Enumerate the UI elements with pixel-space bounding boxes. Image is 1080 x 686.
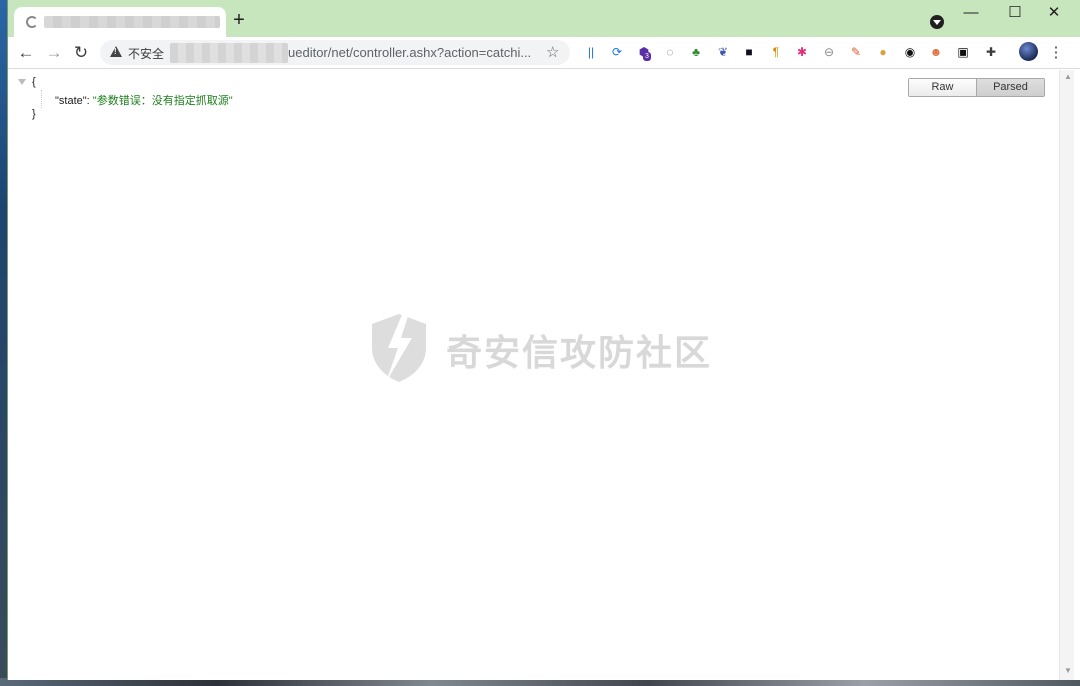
tab-strip: + — ☐ ✕ (8, 0, 1080, 38)
bug-icon[interactable]: ☻ (928, 44, 944, 60)
address-bar[interactable]: 不安全 ueditor/net/controller.ashx?action=c… (100, 40, 570, 65)
collapse-arrow-icon[interactable] (18, 79, 26, 85)
robot-icon[interactable]: ▣ (955, 44, 971, 60)
indent-guide (41, 90, 42, 108)
browser-menu-icon[interactable]: ⋮ (1048, 42, 1064, 64)
view-toggle: Raw Parsed (908, 78, 1045, 97)
parsed-button[interactable]: Parsed (977, 79, 1044, 96)
brush-icon[interactable]: ✎ (848, 44, 864, 60)
vertical-scrollbar[interactable]: ▲ ▼ (1059, 70, 1074, 680)
reload-icon[interactable]: ↻ (70, 42, 92, 64)
profile-avatar[interactable] (1019, 42, 1038, 61)
dark-square-icon[interactable]: ■ (741, 44, 757, 60)
back-arrow-icon[interactable]: ← (15, 42, 37, 64)
json-close-brace: } (32, 108, 36, 120)
active-tab[interactable] (14, 7, 226, 38)
new-tab-button[interactable]: + (230, 10, 248, 30)
extensions-puzzle-icon[interactable]: ✚ (983, 44, 999, 60)
watermark-text: 奇安信攻防社区 (446, 333, 713, 374)
url-redacted (170, 43, 288, 63)
loading-icon (26, 16, 38, 28)
translate-icon[interactable]: ◌ (662, 44, 678, 60)
bookmark-star-icon[interactable]: ☆ (546, 43, 559, 61)
browser-toolbar: ← → ↻ 不安全 ueditor/net/controller.ashx?ac… (8, 37, 1080, 69)
json-open-brace: { (32, 76, 36, 88)
minimize-button[interactable]: — (951, 4, 991, 24)
star-burst-icon[interactable]: ✱ (794, 44, 810, 60)
url-text[interactable]: ueditor/net/controller.ashx?action=catch… (288, 45, 531, 60)
page-content: { "state": "参数错误：没有指定抓取源" } Raw Parsed 奇… (8, 70, 1059, 680)
extension-badge: 3 (643, 52, 651, 61)
json-property: "state": "参数错误：没有指定抓取源" (55, 92, 233, 108)
ring-icon[interactable]: ◉ (902, 44, 918, 60)
scroll-up-icon[interactable]: ▲ (1064, 72, 1072, 81)
forward-arrow-icon[interactable]: → (43, 42, 65, 64)
json-key: "state" (55, 95, 87, 107)
pilcrow-icon[interactable]: ¶ (768, 44, 784, 60)
raw-button[interactable]: Raw (909, 79, 977, 96)
puzzle-green-icon[interactable]: ♣ (688, 44, 704, 60)
close-button[interactable]: ✕ (1034, 4, 1074, 24)
cube-icon[interactable]: ⬢3 (636, 44, 652, 61)
shield-bolt-icon (372, 310, 426, 382)
browser-window: + — ☐ ✕ ← → ↻ 不安全 ueditor/net/controller… (7, 0, 1080, 680)
cookie-icon[interactable]: ● (875, 44, 891, 60)
reader-icon[interactable]: || (583, 44, 599, 60)
watermark: 奇安信攻防社区 (368, 308, 728, 384)
sync-icon[interactable]: ⟳ (609, 44, 625, 60)
scroll-down-icon[interactable]: ▼ (1064, 666, 1072, 675)
json-value: "参数错误：没有指定抓取源" (92, 95, 233, 107)
block-icon[interactable]: ⊖ (821, 44, 837, 60)
tab-search-icon[interactable] (930, 15, 944, 29)
security-label[interactable]: 不安全 (128, 45, 164, 62)
tab-title-redacted (44, 16, 220, 28)
wappalyzer-icon[interactable]: ❦ (715, 44, 731, 60)
warning-icon[interactable] (110, 46, 122, 57)
maximize-button[interactable]: ☐ (995, 4, 1035, 24)
